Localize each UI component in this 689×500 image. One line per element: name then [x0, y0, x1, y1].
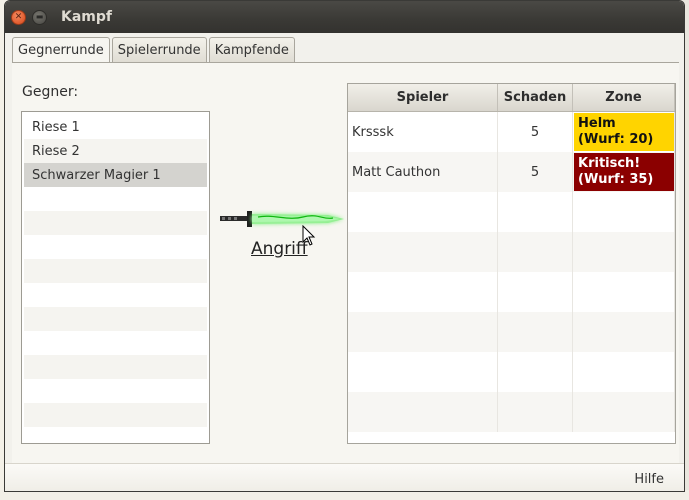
table-empty-row — [348, 352, 675, 392]
cell-spieler: Matt Cauthon — [348, 152, 498, 192]
zone-badge: Helm (Wurf: 20) — [574, 113, 674, 151]
gegner-list[interactable]: Riese 1 Riese 2 Schwarzer Magier 1 — [21, 111, 210, 444]
zone-name: Helm — [578, 116, 616, 131]
list-empty-row — [24, 235, 207, 259]
cell-spieler: Krsssk — [348, 112, 498, 152]
list-empty-row — [24, 211, 207, 235]
tab-kampfende[interactable]: Kampfende — [208, 37, 295, 63]
table-empty-row — [348, 232, 675, 272]
zone-roll: (Wurf: 20) — [578, 132, 654, 147]
cell-zone: Helm (Wurf: 20) — [573, 112, 675, 152]
close-window-button[interactable]: ✕ — [11, 9, 26, 25]
sword-icon[interactable] — [218, 205, 346, 233]
tab-gegnerrunde[interactable]: Gegnerrunde — [12, 37, 110, 63]
kampf-window: ✕ ▬ Kampf Gegnerrunde Spielerrunde Kampf… — [4, 0, 685, 492]
list-empty-row — [24, 427, 207, 443]
list-empty-row — [24, 187, 207, 211]
column-header-zone[interactable]: Zone — [573, 84, 675, 111]
list-empty-row — [24, 283, 207, 307]
bottom-bar: Hilfe — [5, 463, 684, 491]
window-title: Kampf — [61, 9, 112, 25]
tab-bar: Gegnerrunde Spielerrunde Kampfende — [12, 37, 297, 63]
list-empty-row — [24, 307, 207, 331]
results-table: Spieler Schaden Zone Krsssk 5 Helm (Wurf… — [347, 83, 676, 444]
column-header-schaden[interactable]: Schaden — [498, 84, 573, 111]
list-item-selected[interactable]: Schwarzer Magier 1 — [24, 163, 207, 187]
column-header-spieler[interactable]: Spieler — [348, 84, 498, 111]
angriff-link[interactable]: Angriff — [251, 239, 308, 259]
cell-schaden: 5 — [498, 112, 573, 152]
table-header: Spieler Schaden Zone — [348, 84, 675, 112]
list-item[interactable]: Riese 1 — [24, 115, 207, 139]
table-empty-row — [348, 192, 675, 232]
table-row[interactable]: Matt Cauthon 5 Kritisch! (Wurf: 35) — [348, 152, 675, 192]
help-button[interactable]: Hilfe — [634, 472, 664, 487]
table-empty-row — [348, 272, 675, 312]
title-bar[interactable]: ✕ ▬ Kampf — [5, 1, 684, 33]
minimize-window-button[interactable]: ▬ — [32, 9, 47, 25]
table-empty-row — [348, 392, 675, 432]
table-row[interactable]: Krsssk 5 Helm (Wurf: 20) — [348, 112, 675, 152]
table-empty-row — [348, 312, 675, 352]
cell-schaden: 5 — [498, 152, 573, 192]
zone-roll: (Wurf: 35) — [578, 172, 654, 187]
tab-spielerrunde[interactable]: Spielerrunde — [111, 37, 207, 63]
zone-name: Kritisch! — [578, 156, 641, 171]
tab-content-gegnerrunde: Gegner: Riese 1 Riese 2 Schwarzer Magier… — [12, 63, 679, 463]
zone-badge: Kritisch! (Wurf: 35) — [574, 153, 674, 191]
list-empty-row — [24, 355, 207, 379]
gegner-label: Gegner: — [22, 84, 79, 100]
list-empty-row — [24, 379, 207, 403]
cell-zone: Kritisch! (Wurf: 35) — [573, 152, 675, 192]
list-item[interactable]: Riese 2 — [24, 139, 207, 163]
list-empty-row — [24, 403, 207, 427]
list-empty-row — [24, 259, 207, 283]
mouse-cursor-icon — [302, 225, 316, 246]
list-empty-row — [24, 331, 207, 355]
